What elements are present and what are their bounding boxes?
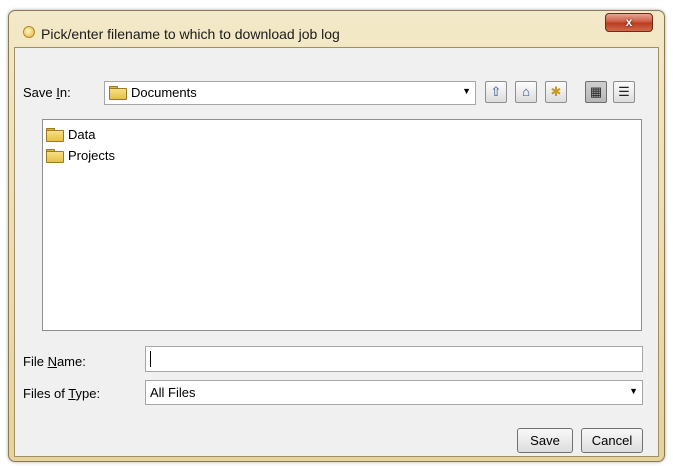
home-button[interactable]: ⌂: [515, 81, 537, 103]
list-item[interactable]: Projects: [46, 148, 115, 164]
file-name-label: File Name:: [23, 354, 86, 369]
chevron-down-icon[interactable]: ▼: [462, 86, 471, 96]
file-list[interactable]: Data Projects: [42, 119, 642, 331]
chevron-down-icon[interactable]: ▼: [629, 386, 638, 396]
new-folder-button[interactable]: ✱: [545, 81, 567, 103]
title-bar[interactable]: Pick/enter filename to which to download…: [9, 11, 664, 47]
file-type-select[interactable]: All Files ▼: [145, 380, 643, 405]
save-in-combo[interactable]: Documents ▼: [104, 81, 476, 105]
app-icon: [23, 26, 35, 38]
save-in-value: Documents: [109, 85, 197, 100]
close-button[interactable]: x: [605, 13, 653, 32]
save-in-label: Save In:: [23, 85, 71, 100]
list-view-icon: ▦: [589, 84, 603, 99]
file-name-input[interactable]: [145, 346, 643, 372]
folder-icon: [46, 149, 64, 163]
list-item[interactable]: Data: [46, 127, 95, 143]
details-view-button[interactable]: ☰: [613, 81, 635, 103]
save-button[interactable]: Save: [517, 428, 573, 453]
text-caret: [150, 351, 151, 367]
cancel-button[interactable]: Cancel: [581, 428, 643, 453]
dialog-window: Pick/enter filename to which to download…: [8, 10, 665, 462]
up-folder-icon: ⇧: [490, 84, 502, 99]
folder-icon: [46, 128, 64, 142]
home-icon: ⌂: [522, 84, 530, 99]
details-view-icon: ☰: [618, 84, 630, 99]
window-title: Pick/enter filename to which to download…: [41, 26, 340, 42]
file-type-label: Files of Type:: [23, 386, 101, 401]
dialog-client-area: Save In: Documents ▼ ⇧ ⌂ ✱ ▦ ☰ Data Proj…: [14, 47, 659, 457]
folder-icon: [109, 86, 127, 100]
new-folder-icon: ✱: [550, 84, 562, 99]
up-folder-button[interactable]: ⇧: [485, 81, 507, 103]
list-view-button[interactable]: ▦: [585, 81, 607, 103]
